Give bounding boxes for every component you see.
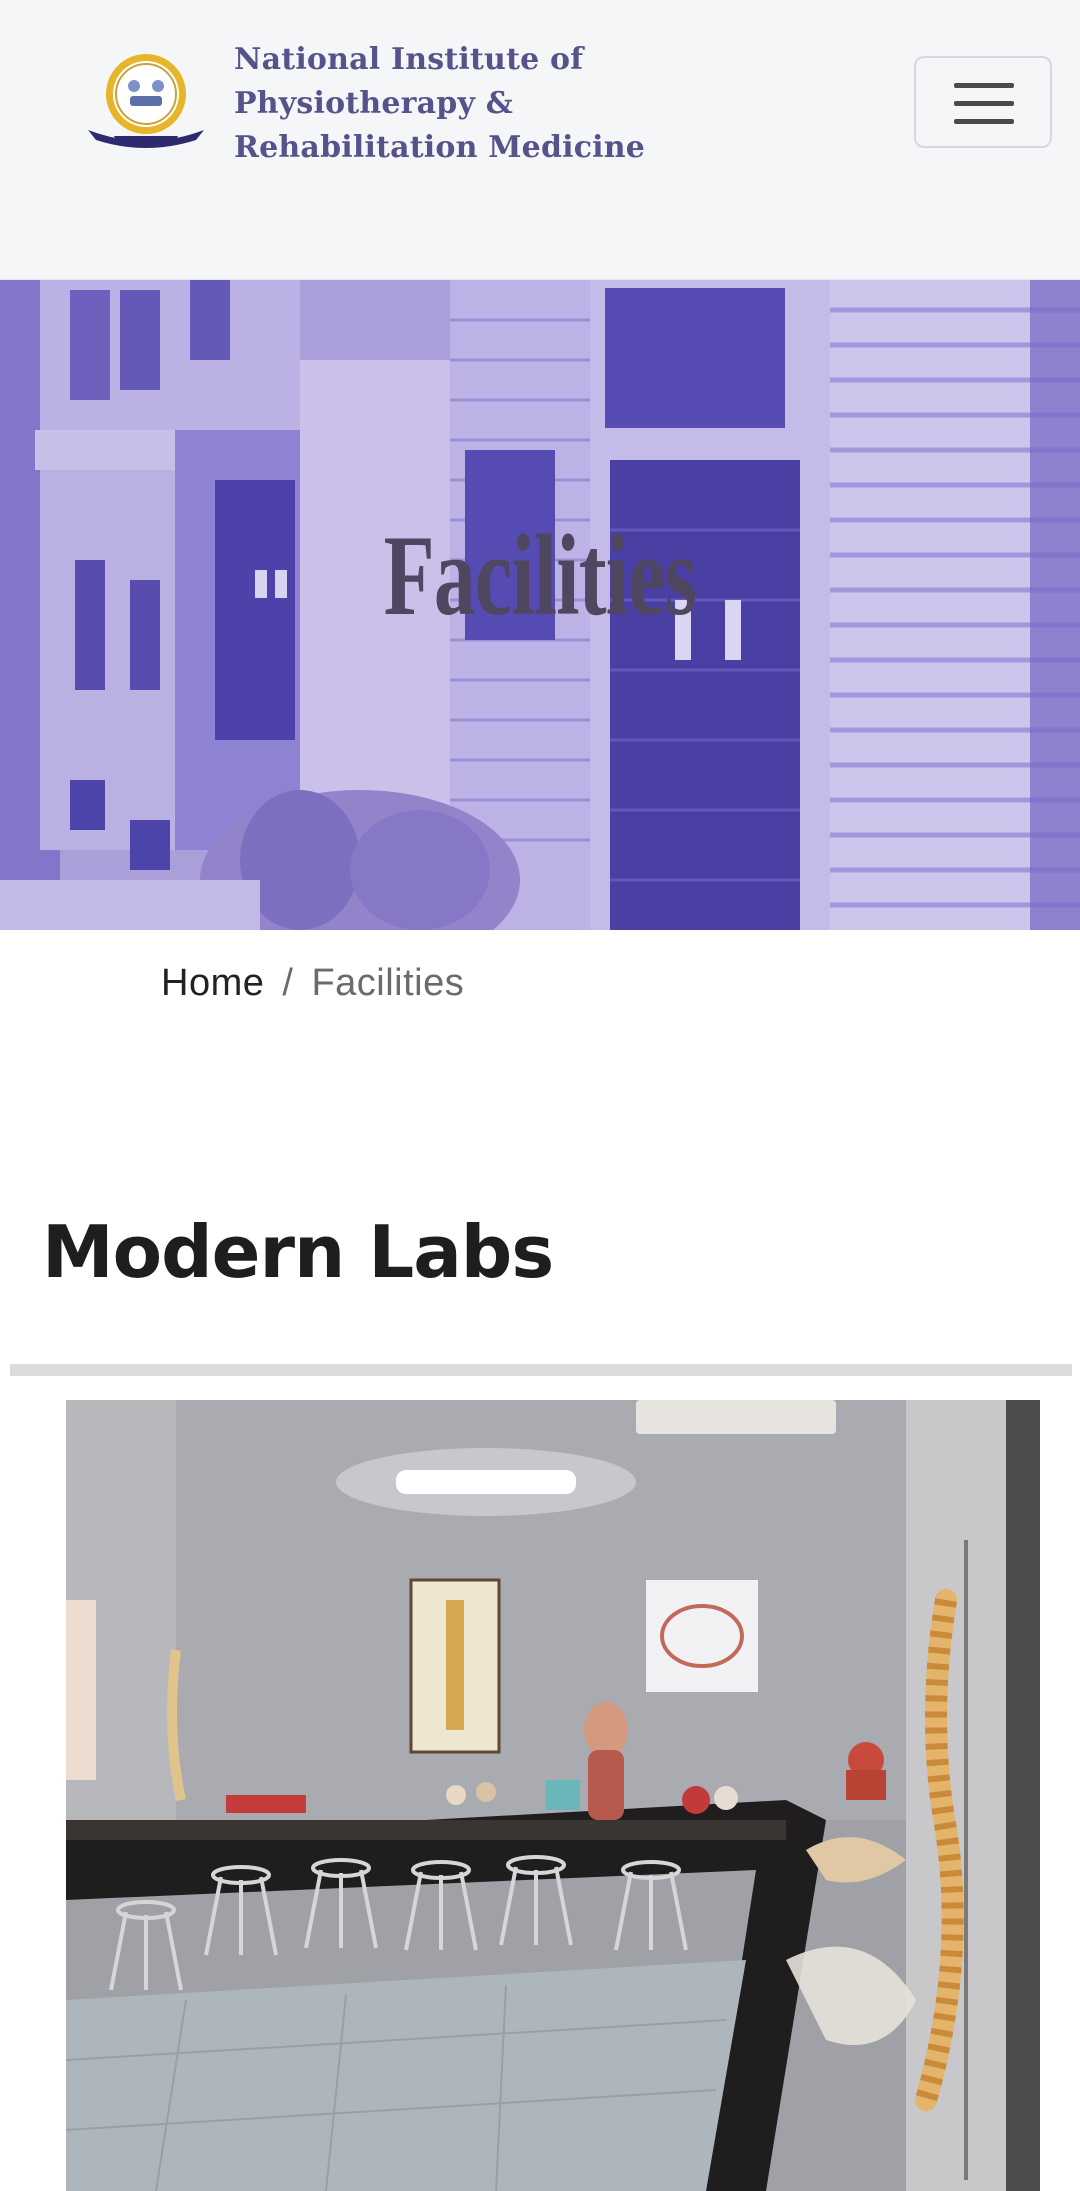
breadcrumb: Home / Facilities — [161, 962, 464, 1005]
brand-line: Rehabilitation Medicine — [234, 130, 646, 165]
page-title: Facilities — [383, 512, 698, 640]
hamburger-menu-icon — [954, 83, 1014, 88]
menu-toggle-button[interactable] — [914, 56, 1052, 148]
section-title: Modern Labs — [42, 1210, 554, 1294]
breadcrumb-home-link[interactable]: Home — [161, 962, 264, 1004]
lab-photo — [66, 1400, 1040, 2191]
page-banner: Facilities — [0, 280, 1080, 930]
hamburger-menu-icon — [954, 101, 1014, 106]
brand-line: Physiotherapy & — [234, 86, 514, 121]
breadcrumb-separator: / — [282, 962, 294, 1004]
brand-line: National Institute of — [234, 42, 584, 77]
section-divider — [10, 1364, 1072, 1376]
site-header: National Institute of Physiotherapy & Re… — [0, 0, 1080, 280]
breadcrumb-current: Facilities — [311, 962, 465, 1004]
institute-crest-icon[interactable] — [84, 52, 208, 152]
hamburger-menu-icon — [954, 119, 1014, 124]
brand-name[interactable]: National Institute of Physiotherapy & Re… — [234, 38, 654, 170]
